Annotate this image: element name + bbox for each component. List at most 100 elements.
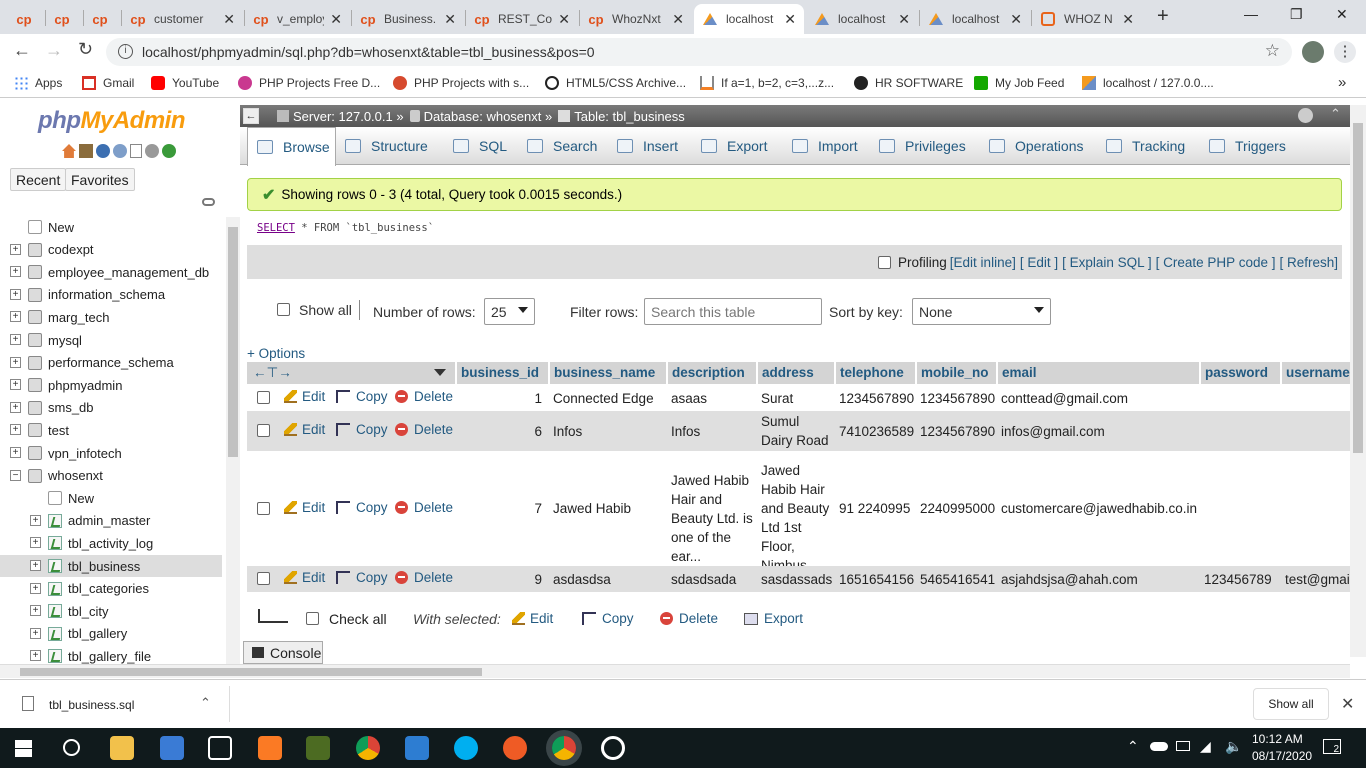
- settings-gear-icon[interactable]: [145, 144, 159, 158]
- clock-date[interactable]: 08/17/2020: [1252, 749, 1312, 763]
- show-all-checkbox[interactable]: [277, 303, 290, 316]
- check-all-label[interactable]: Check all: [329, 611, 387, 627]
- row-edit-button[interactable]: Edit: [284, 389, 325, 404]
- tab-search[interactable]: Search: [518, 127, 608, 165]
- bookmark-my-job-feed[interactable]: My Job Feed: [974, 76, 1064, 90]
- tree-database-sms_db[interactable]: + sms_db: [0, 397, 222, 419]
- tree-database-mysql[interactable]: + mysql: [0, 329, 222, 351]
- browser-tab[interactable]: cp: [84, 4, 120, 34]
- docs-icon[interactable]: [113, 144, 127, 158]
- cell-address[interactable]: sasdassads: [761, 570, 833, 589]
- cell-mobile_no[interactable]: 1234567890: [920, 389, 995, 408]
- tab-tracking[interactable]: Tracking: [1097, 127, 1200, 165]
- row-edit-button[interactable]: Edit: [284, 500, 325, 515]
- row-delete-button[interactable]: Delete: [395, 570, 453, 585]
- tree-database-whosenxt[interactable]: − whosenxt: [0, 465, 222, 487]
- notifications-icon[interactable]: 2: [1323, 739, 1341, 755]
- tab-import[interactable]: Import: [783, 127, 870, 165]
- check-all-checkbox[interactable]: [306, 612, 319, 625]
- show-all-downloads-button[interactable]: Show all: [1253, 688, 1329, 720]
- close-shelf-icon[interactable]: ✕: [1341, 694, 1354, 714]
- xampp-icon[interactable]: [258, 736, 282, 760]
- tree-new-item[interactable]: New: [0, 487, 222, 509]
- address-bar[interactable]: i localhost/phpmyadmin/sql.php?db=whosen…: [106, 38, 1292, 66]
- main-scrollbar[interactable]: [1350, 105, 1366, 657]
- home-icon[interactable]: [62, 144, 76, 158]
- bottom-hscrollbar[interactable]: [0, 664, 1350, 678]
- close-tab-icon[interactable]: ✕: [1010, 11, 1022, 28]
- cell-business_id[interactable]: 7: [460, 499, 542, 518]
- close-tab-icon[interactable]: ✕: [223, 11, 235, 28]
- menu-icon[interactable]: ⋮: [1334, 41, 1356, 63]
- cell-email[interactable]: asjahdsjsa@ahah.com: [1001, 570, 1198, 589]
- expand-icon[interactable]: +: [30, 650, 41, 662]
- expand-icon[interactable]: +: [10, 266, 21, 278]
- cell-telephone[interactable]: 7410236589: [839, 422, 914, 441]
- column-header-mobile_no[interactable]: mobile_no: [917, 362, 996, 384]
- cell-business_name[interactable]: asdasdsa: [553, 570, 665, 589]
- tab-operations[interactable]: Operations: [980, 127, 1097, 165]
- new-tab-button[interactable]: +: [1157, 5, 1169, 28]
- mail-icon[interactable]: [208, 736, 232, 760]
- cell-business_name[interactable]: Jawed Habib: [553, 499, 665, 518]
- cell-description[interactable]: sdasdsada: [671, 570, 755, 589]
- tree-database-codexpt[interactable]: + codexpt: [0, 239, 222, 261]
- download-file-name[interactable]: tbl_business.sql: [49, 698, 134, 712]
- browser-tab[interactable]: cp: [46, 4, 82, 34]
- close-tab-icon[interactable]: ✕: [558, 11, 570, 28]
- cell-telephone[interactable]: 91 2240995: [839, 499, 914, 518]
- expand-icon[interactable]: +: [10, 401, 21, 413]
- cell-address[interactable]: Surat: [761, 389, 833, 408]
- bookmark-apps[interactable]: Apps: [14, 76, 62, 90]
- bookmark-youtube[interactable]: YouTube: [151, 76, 219, 90]
- onedrive-icon[interactable]: [1150, 742, 1168, 751]
- expand-icon[interactable]: +: [10, 311, 21, 323]
- edit-link[interactable]: [ Edit ]: [1020, 255, 1058, 270]
- file-explorer-icon[interactable]: [110, 736, 134, 760]
- tree-database-test[interactable]: + test: [0, 419, 222, 441]
- cell-telephone[interactable]: 1651654156: [839, 570, 914, 589]
- column-header-password[interactable]: password: [1201, 362, 1280, 384]
- close-tab-icon[interactable]: ✕: [898, 11, 910, 28]
- clock-time[interactable]: 10:12 AM: [1252, 732, 1303, 746]
- profile-avatar[interactable]: [1302, 41, 1324, 63]
- tab-privileges[interactable]: Privileges: [870, 127, 980, 165]
- cell-email[interactable]: customercare@jawedhabib.co.in: [1001, 499, 1198, 518]
- cell-mobile_no[interactable]: 2240995000: [920, 499, 995, 518]
- browser-tab[interactable]: cp REST_Co ✕: [466, 4, 578, 34]
- cell-email[interactable]: conttead@gmail.com: [1001, 389, 1198, 408]
- expand-icon[interactable]: +: [10, 243, 21, 255]
- cell-description[interactable]: Jawed Habib Hair and Beauty Ltd. is one …: [671, 471, 755, 566]
- breadcrumb-table[interactable]: Table: tbl_business: [574, 109, 685, 124]
- browser-tab[interactable]: cp customer ✕: [122, 4, 243, 34]
- row-checkbox[interactable]: [257, 501, 270, 515]
- row-checkbox[interactable]: [257, 391, 270, 404]
- column-header-description[interactable]: description: [668, 362, 756, 384]
- tree-new-item[interactable]: New: [0, 216, 222, 238]
- row-copy-button[interactable]: Copy: [336, 570, 388, 585]
- tab-insert[interactable]: Insert: [608, 127, 692, 165]
- column-header-business_name[interactable]: business_name: [550, 362, 666, 384]
- column-resize-arrows-icon[interactable]: ←⊤→: [253, 365, 292, 380]
- settings-gear-icon[interactable]: [601, 736, 625, 760]
- cell-mobile_no[interactable]: 5465416541: [920, 570, 995, 589]
- tree-database-performance_schema[interactable]: + performance_schema: [0, 352, 222, 374]
- chevron-up-icon[interactable]: ⌃: [200, 695, 211, 711]
- cell-business_name[interactable]: Infos: [553, 422, 665, 441]
- sort-by-key-select[interactable]: None: [912, 298, 1051, 325]
- tab-triggers[interactable]: Triggers: [1200, 127, 1288, 165]
- restore-icon[interactable]: ❐: [1290, 6, 1303, 23]
- page-icon[interactable]: [130, 144, 142, 158]
- bookmark-localhost[interactable]: localhost / 127.0.0....: [1082, 76, 1214, 90]
- battery-icon[interactable]: [1176, 741, 1190, 751]
- bulk-export-button[interactable]: Export: [744, 611, 803, 626]
- browser-tab[interactable]: cp Business. ✕: [352, 4, 464, 34]
- help-icon[interactable]: [96, 144, 110, 158]
- store-icon[interactable]: [160, 736, 184, 760]
- cell-business_id[interactable]: 1: [460, 389, 542, 408]
- browser-tab[interactable]: cp v_employ ✕: [245, 4, 350, 34]
- expand-icon[interactable]: +: [30, 560, 41, 571]
- bookmarks-overflow[interactable]: »: [1338, 74, 1346, 91]
- search-circle-icon[interactable]: [63, 739, 80, 756]
- row-delete-button[interactable]: Delete: [395, 389, 453, 404]
